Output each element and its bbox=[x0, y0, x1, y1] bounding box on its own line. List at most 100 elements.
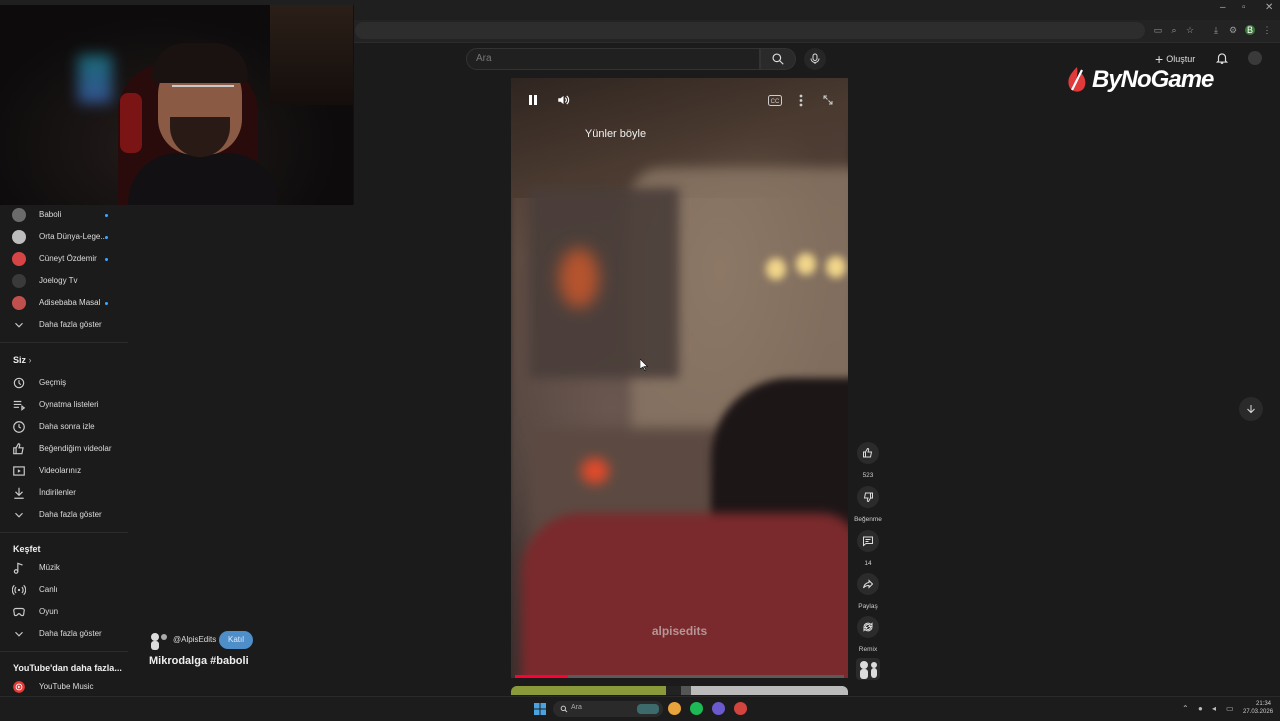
share-button[interactable] bbox=[857, 573, 879, 595]
join-button[interactable]: Katıl bbox=[219, 631, 253, 649]
remix-button[interactable] bbox=[857, 616, 879, 638]
video-icon bbox=[13, 466, 25, 476]
next-short-preview[interactable] bbox=[511, 686, 848, 695]
cast-icon[interactable]: ▭ bbox=[1153, 25, 1163, 35]
channel-name[interactable]: @AlpisEdits bbox=[173, 635, 216, 644]
audio-channel-avatar[interactable] bbox=[856, 658, 880, 680]
chevron-down-icon bbox=[15, 631, 23, 637]
chrome-icon[interactable] bbox=[668, 702, 681, 715]
you-show-more[interactable]: Daha fazla göster bbox=[0, 505, 128, 525]
thumbs-up-icon bbox=[863, 447, 873, 458]
short-title[interactable]: Mikrodalga #baboli bbox=[149, 655, 249, 667]
sidebar-item-downloads[interactable]: İndirilenler bbox=[0, 483, 128, 503]
thumbs-down-icon bbox=[863, 492, 873, 503]
voice-search-button[interactable] bbox=[804, 48, 826, 70]
captions-icon[interactable]: CC bbox=[768, 95, 782, 106]
sidebar-item-youtube-music[interactable]: YouTube Music bbox=[0, 677, 128, 697]
sidebar-item-live[interactable]: Canlı bbox=[0, 580, 128, 600]
profile-icon[interactable]: B bbox=[1245, 25, 1255, 35]
volume-icon[interactable] bbox=[556, 93, 571, 107]
brand-text: ByNoGame bbox=[1092, 66, 1214, 93]
search-placeholder: Ara bbox=[476, 53, 492, 64]
discord-icon[interactable] bbox=[712, 702, 725, 715]
sidebar-item-label: Canlı bbox=[39, 585, 58, 594]
sidebar-item-subscription[interactable]: Adisebaba Masal bbox=[0, 293, 128, 313]
sidebar-item-subscription[interactable]: Orta Dünya-Lege... bbox=[0, 227, 128, 247]
comments-button[interactable] bbox=[857, 530, 879, 552]
search-icon bbox=[772, 53, 784, 65]
speaker-icon[interactable]: ◂ bbox=[1212, 704, 1216, 713]
close-window-button[interactable]: ✕ bbox=[1265, 2, 1273, 13]
dislike-label: Beğenme bbox=[854, 516, 882, 523]
channel-avatar[interactable] bbox=[149, 632, 169, 650]
sidebar-item-subscription[interactable]: Joelogy Tv bbox=[0, 271, 128, 291]
channel-avatar bbox=[12, 296, 26, 310]
gaming-icon bbox=[13, 607, 25, 617]
sidebar-item-label: Oynatma listeleri bbox=[39, 400, 99, 409]
remix-label: Remix bbox=[858, 646, 878, 653]
sidebar-item-your-videos[interactable]: Videolarınız bbox=[0, 461, 128, 481]
sidebar-item-label: Daha sonra izle bbox=[39, 422, 95, 431]
thumbs-up-icon bbox=[13, 443, 24, 455]
sidebar-item-label: Orta Dünya-Lege... bbox=[39, 232, 108, 241]
app-icon[interactable] bbox=[734, 702, 747, 715]
clock-time: 21:34 bbox=[1255, 701, 1271, 707]
notifications-button[interactable] bbox=[1215, 51, 1229, 70]
pause-icon[interactable] bbox=[527, 94, 539, 106]
sidebar-item-liked-videos[interactable]: Beğendiğim videolar bbox=[0, 439, 128, 459]
shorts-player[interactable]: CC Yünler böyle alpisedits bbox=[511, 78, 848, 678]
sidebar-item-label: Baboli bbox=[39, 210, 62, 219]
browser-menu-icon[interactable]: ⋮ bbox=[1262, 25, 1272, 35]
extensions-icon[interactable]: ⚙ bbox=[1228, 25, 1238, 35]
youtube-music-icon bbox=[13, 681, 25, 693]
sidebar-item-playlists[interactable]: Oynatma listeleri bbox=[0, 395, 128, 415]
new-content-dot bbox=[105, 302, 108, 305]
search-button[interactable] bbox=[760, 48, 796, 70]
zoom-icon[interactable]: ⌕ bbox=[1169, 25, 1179, 35]
downloads-icon[interactable]: ⤓ bbox=[1211, 25, 1221, 35]
microphone-icon[interactable]: ● bbox=[1198, 704, 1203, 713]
chevron-down-icon bbox=[15, 322, 23, 328]
spotify-icon[interactable] bbox=[690, 702, 703, 715]
progress-bar[interactable] bbox=[515, 675, 844, 678]
you-section-heading[interactable]: Siz › bbox=[13, 355, 32, 365]
dislike-button[interactable] bbox=[857, 486, 879, 508]
sidebar-item-label: Beğendiğim videolar bbox=[39, 444, 112, 453]
sidebar-item-gaming[interactable]: Oyun bbox=[0, 602, 128, 622]
taskbar-search[interactable]: Ara bbox=[553, 701, 663, 717]
account-avatar[interactable] bbox=[1248, 51, 1262, 65]
explore-show-more[interactable]: Daha fazla göster bbox=[0, 624, 128, 644]
search-input[interactable]: Ara bbox=[466, 48, 760, 70]
remix-icon bbox=[863, 622, 873, 632]
fullscreen-icon[interactable] bbox=[822, 94, 834, 106]
share-label: Paylaş bbox=[858, 603, 878, 610]
sidebar-item-subscription[interactable]: Cüneyt Özdemir bbox=[0, 249, 128, 269]
windows-taskbar: Ara ⌃ ● ◂ ▭ 21:34 27.03.2026 bbox=[0, 696, 1280, 721]
like-button[interactable] bbox=[857, 442, 879, 464]
channel-avatar bbox=[12, 208, 26, 222]
clock-date: 27.03.2026 bbox=[1243, 709, 1274, 715]
arrow-down-icon bbox=[1247, 405, 1255, 414]
clock[interactable]: 21:34 27.03.2026 bbox=[1243, 700, 1274, 716]
network-icon[interactable]: ▭ bbox=[1226, 704, 1234, 713]
maximize-button[interactable]: ▫ bbox=[1242, 2, 1246, 13]
playlist-icon bbox=[13, 400, 26, 411]
video-caption: Yünler böyle bbox=[584, 128, 647, 140]
next-short-button[interactable] bbox=[1239, 397, 1263, 421]
sidebar-item-subscription[interactable]: Baboli bbox=[0, 205, 128, 225]
bookmark-star-icon[interactable]: ☆ bbox=[1185, 25, 1195, 35]
video-watermark: alpisedits bbox=[651, 624, 708, 638]
windows-start-icon[interactable] bbox=[534, 703, 546, 715]
sidebar-item-label: YouTube Music bbox=[39, 682, 94, 691]
more-options-icon[interactable] bbox=[798, 94, 804, 107]
sidebar-item-watch-later[interactable]: Daha sonra izle bbox=[0, 417, 128, 437]
subscriptions-show-more[interactable]: Daha fazla göster bbox=[0, 315, 128, 335]
sidebar-item-music[interactable]: Müzik bbox=[0, 558, 128, 578]
explore-section-heading: Keşfet bbox=[13, 544, 41, 554]
sidebar-item-history[interactable]: Geçmiş bbox=[0, 373, 128, 393]
sidebar-item-label: İndirilenler bbox=[39, 488, 76, 497]
minimize-button[interactable]: – bbox=[1220, 2, 1226, 13]
sidebar-divider bbox=[0, 532, 128, 533]
tray-chevron-icon[interactable]: ⌃ bbox=[1182, 704, 1189, 713]
address-bar[interactable] bbox=[355, 22, 1145, 39]
